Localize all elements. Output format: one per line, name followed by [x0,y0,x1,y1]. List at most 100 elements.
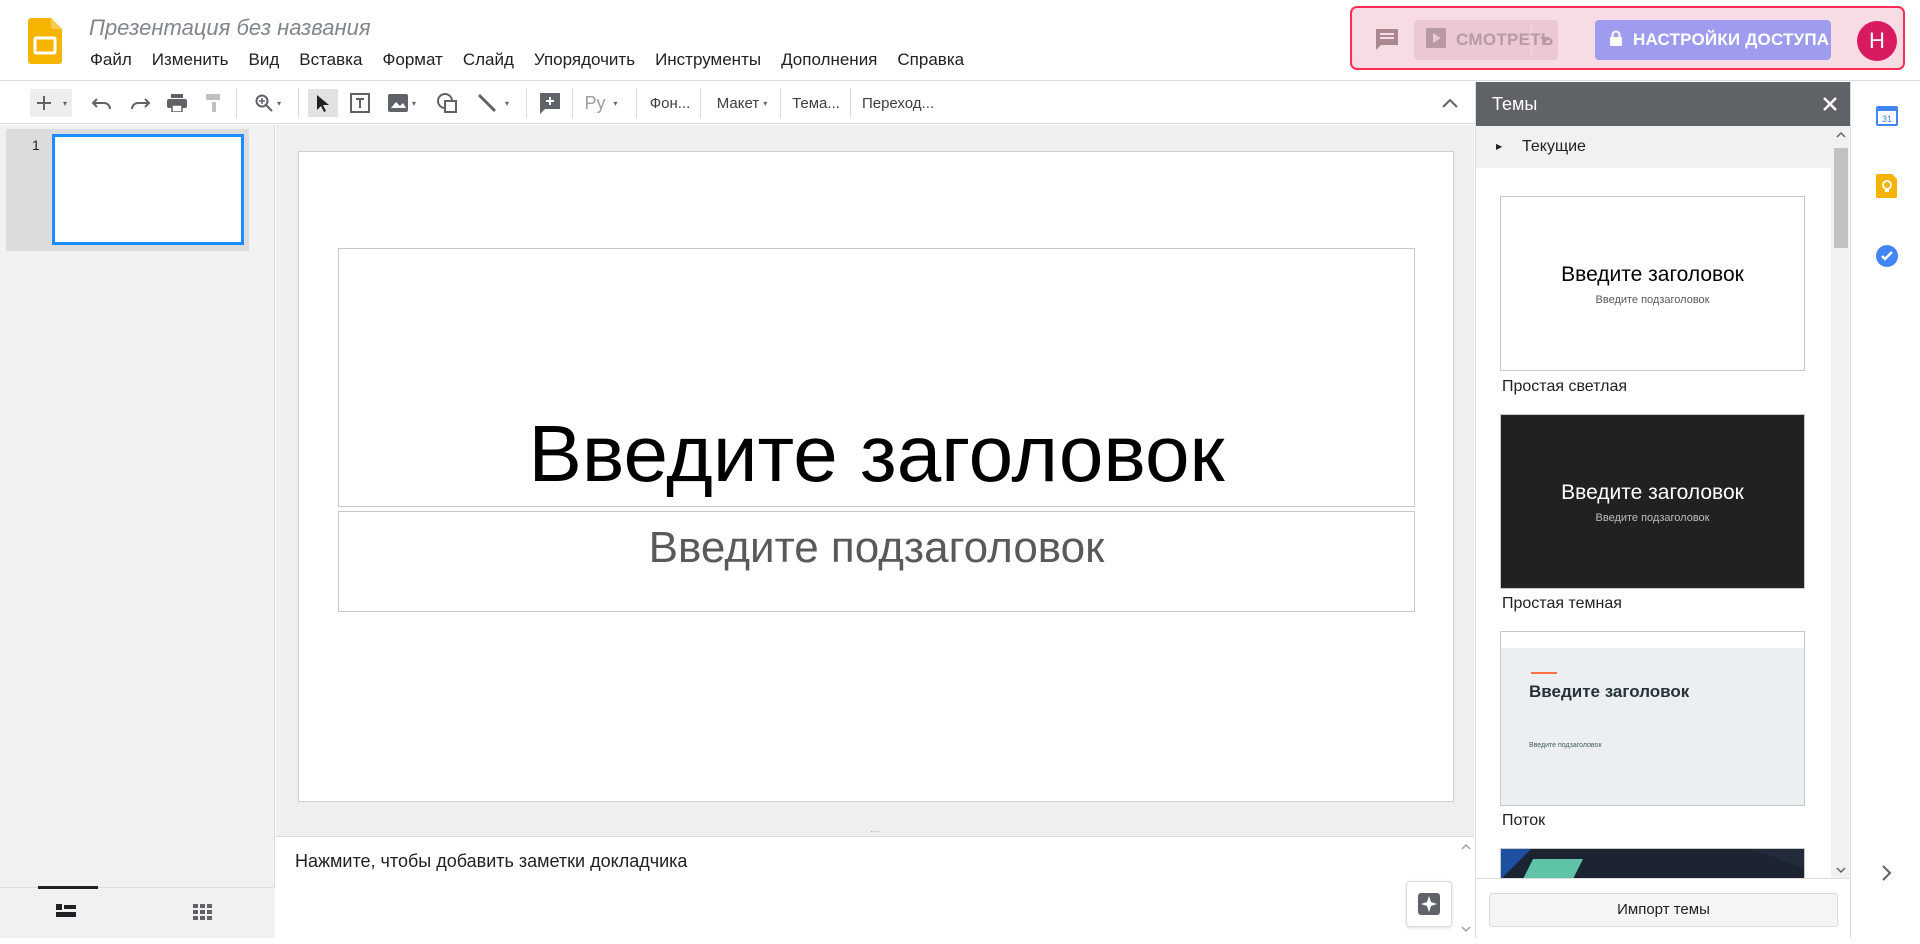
notes-scrollbar[interactable] [1458,837,1474,939]
tasks-icon[interactable] [1875,244,1899,268]
speaker-notes[interactable]: Нажмите, чтобы добавить заметки докладчи… [276,836,1474,938]
share-button[interactable]: НАСТРОЙКИ ДОСТУПА [1595,20,1831,60]
menubar: Файл Изменить Вид Вставка Формат Слайд У… [80,49,974,71]
undo-icon[interactable] [88,89,116,117]
avatar[interactable]: Н [1857,21,1897,61]
toolbar-separator [780,88,781,118]
slides-logo-icon[interactable] [28,18,62,64]
filmstrip-view-toggle [0,886,275,938]
toolbar-separator [298,88,299,118]
slide-canvas[interactable]: Введите заголовок Введите подзаголовок [298,151,1454,802]
themes-footer: Импорт темы [1476,878,1851,938]
present-dropdown-button[interactable] [1532,20,1558,60]
theme-streamline[interactable]: Введите заголовок Введите подзаголовок [1500,631,1805,806]
theme-simple-light[interactable]: Введите заголовок Введите подзаголовок [1500,196,1805,371]
toolbar-separator [572,88,573,118]
comment-icon[interactable] [1374,27,1400,51]
menu-tools[interactable]: Инструменты [645,49,771,71]
expand-side-icon[interactable] [1881,864,1905,888]
slide-number: 1 [32,137,40,153]
title-placeholder[interactable]: Введите заголовок [338,248,1415,507]
line-icon[interactable]: ▾ [472,89,514,117]
collapse-icon[interactable] [1436,89,1464,117]
theme-preview-subtitle: Введите подзаголовок [1595,294,1710,306]
text-box-icon[interactable] [346,89,374,117]
filmstrip: 1 [0,125,275,938]
spell-check-button[interactable]: Ру ▾ [580,89,622,117]
subtitle-placeholder-text: Введите подзаголовок [648,523,1105,572]
theme-preview-accent [1531,672,1557,674]
filmstrip-slide[interactable]: 1 [6,129,249,251]
new-slide-icon[interactable] [30,89,58,117]
document-title[interactable]: Презентация без названия [89,15,371,41]
select-icon[interactable] [308,89,338,117]
menu-view[interactable]: Вид [238,49,289,71]
themes-scroll-thumb[interactable] [1834,148,1848,248]
theme-partial[interactable] [1500,848,1805,878]
subtitle-placeholder[interactable]: Введите подзаголовок [338,511,1415,612]
side-apps-panel: 31 [1850,82,1920,938]
speaker-notes-placeholder[interactable]: Нажмите, чтобы добавить заметки докладчи… [295,851,687,872]
theme-button[interactable]: Тема... [788,89,844,117]
menu-addons[interactable]: Дополнения [771,49,887,71]
themes-header: Темы [1476,82,1851,126]
toolbar-separator [526,88,527,118]
active-view-indicator [38,886,98,889]
print-icon[interactable] [163,89,191,117]
current-themes-label: Текущие [1522,138,1586,155]
themes-current-section[interactable]: ▶ Текущие [1476,126,1831,168]
background-label: Фон... [649,94,691,112]
layout-button[interactable]: Макет ▾ [710,89,774,117]
theme-preview-title: Введите заголовок [1561,263,1744,286]
menu-edit[interactable]: Изменить [142,49,239,71]
theme-name: Простая темная [1502,595,1622,612]
redo-icon[interactable] [126,89,154,117]
toolbar-separator [636,88,637,118]
spell-check-label: Ру [584,92,606,113]
shape-icon[interactable] [433,89,461,117]
menu-insert[interactable]: Вставка [289,49,372,71]
new-slide-layout-dropdown[interactable]: ▾ [58,89,72,117]
theme-preview-shapes [1501,849,1804,878]
theme-preview-subtitle: Введите подзаголовок [1595,512,1710,524]
present-button[interactable]: СМОТРЕТЬ [1414,20,1558,60]
image-icon[interactable]: ▾ [382,89,422,117]
grid-view-icon[interactable] [193,904,213,925]
zoom-icon[interactable]: ▾ [248,89,288,117]
svg-text:31: 31 [1882,114,1892,124]
menu-slide[interactable]: Слайд [453,49,524,71]
transition-button[interactable]: Переход... [858,89,938,117]
theme-simple-dark[interactable]: Введите заголовок Введите подзаголовок [1500,414,1805,589]
title-placeholder-text: Введите заголовок [528,409,1225,498]
toolbar-separator [850,88,851,118]
present-main[interactable]: СМОТРЕТЬ [1414,20,1553,60]
toolbar-separator [700,88,701,118]
menu-format[interactable]: Формат [372,49,452,71]
filmstrip-view-icon[interactable] [56,904,76,923]
calendar-icon[interactable]: 31 [1875,104,1899,128]
menu-help[interactable]: Справка [887,49,974,71]
toolbar-separator [236,88,237,118]
keep-icon[interactable] [1875,174,1899,198]
add-comment-icon[interactable] [536,89,564,117]
paint-format-icon[interactable] [200,89,228,117]
theme-name: Поток [1502,812,1546,829]
theme-preview-band [1501,632,1804,648]
menu-file[interactable]: Файл [80,49,142,71]
canvas-area: Введите заголовок Введите подзаголовок [276,125,1474,831]
present-icon [1426,27,1446,53]
share-label: НАСТРОЙКИ ДОСТУПА [1633,30,1830,49]
close-icon[interactable] [1820,94,1840,114]
header: Презентация без названия Файл Изменить В… [0,0,1920,81]
header-actions: СМОТРЕТЬ НАСТРОЙКИ ДОСТУПА Н [1350,6,1905,70]
layout-label: Макет [716,94,760,112]
explore-icon[interactable] [1406,881,1452,927]
background-button[interactable]: Фон... [644,89,696,117]
theme-label: Тема... [792,94,840,112]
notes-resize-handle[interactable]: ··· [276,827,1474,837]
menu-arrange[interactable]: Упорядочить [524,49,645,71]
theme-preview-title: Введите заголовок [1529,682,1690,701]
slide-thumbnail[interactable] [52,134,244,245]
import-theme-button[interactable]: Импорт темы [1489,893,1838,927]
themes-scrollbar[interactable] [1831,126,1851,878]
